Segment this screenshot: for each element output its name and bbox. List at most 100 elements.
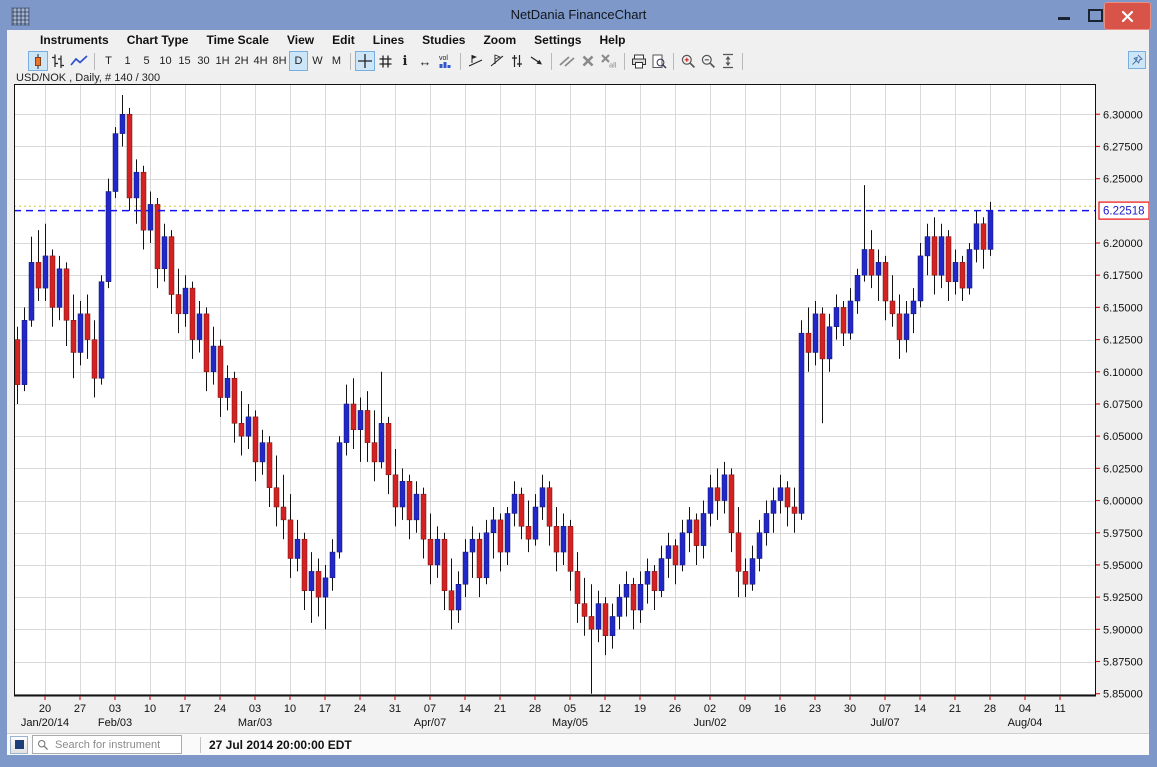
menu-item-time-scale[interactable]: Time Scale: [197, 31, 277, 49]
price-chart[interactable]: 6.300006.275006.250006.200006.175006.150…: [7, 72, 1149, 733]
timeframe-8h-button[interactable]: 8H: [270, 51, 289, 71]
trendline-icon: [467, 53, 484, 69]
zoom-in-button[interactable]: [678, 51, 698, 71]
line-chart-icon: [70, 54, 88, 68]
candle: [29, 262, 34, 320]
candle: [932, 237, 937, 276]
svg-text:11: 11: [1054, 703, 1065, 715]
candle: [85, 314, 90, 340]
candle: [981, 224, 986, 250]
ohlc-bars-icon: [50, 53, 66, 69]
titlebar[interactable]: NetDania FinanceChart: [0, 0, 1157, 30]
menu-item-settings[interactable]: Settings: [525, 31, 590, 49]
toolbar-separator: [350, 53, 351, 70]
grid-button[interactable]: [375, 51, 395, 71]
candlestick-icon: [30, 53, 46, 70]
ray-arrow-icon: [529, 54, 545, 69]
candle: [918, 256, 923, 301]
window-title: NetDania FinanceChart: [0, 7, 1157, 22]
status-divider: [200, 737, 201, 753]
candle: [820, 314, 825, 359]
trendline-vertical-button[interactable]: [486, 51, 507, 71]
quote-timestamp: 27 Jul 2014 20:00:00 EDT: [209, 738, 352, 752]
parallel-channel-button[interactable]: [507, 51, 527, 71]
candle: [148, 204, 153, 230]
svg-text:5.87500: 5.87500: [1103, 657, 1143, 669]
close-button[interactable]: [1104, 2, 1151, 30]
candle: [57, 269, 62, 308]
candle: [337, 443, 342, 552]
candle: [281, 507, 286, 520]
svg-text:26: 26: [669, 703, 681, 715]
candle: [792, 507, 797, 513]
timeframe-10-button[interactable]: 10: [156, 51, 175, 71]
candle: [344, 404, 349, 443]
candle: [302, 539, 307, 591]
timeframe-t-button[interactable]: T: [99, 51, 118, 71]
candle: [316, 571, 321, 597]
svg-text:Feb/03: Feb/03: [98, 717, 132, 729]
timeframe-30-button[interactable]: 30: [194, 51, 213, 71]
delete-all-lines-button[interactable]: all: [598, 51, 620, 71]
candle: [526, 526, 531, 539]
timeframe-2h-button[interactable]: 2H: [232, 51, 251, 71]
zoom-out-button[interactable]: [698, 51, 718, 71]
menu-item-instruments[interactable]: Instruments: [31, 31, 118, 49]
expand-horizontal-button[interactable]: ↔: [415, 51, 435, 71]
toolbar-separator: [551, 53, 552, 70]
candle: [442, 539, 447, 591]
menu-item-help[interactable]: Help: [590, 31, 634, 49]
parallel-lines-button[interactable]: [556, 51, 578, 71]
instrument-panel-toggle-button[interactable]: [10, 736, 28, 754]
candle: [862, 249, 867, 275]
fit-vertical-button[interactable]: [718, 51, 738, 71]
trendline-button[interactable]: [465, 51, 486, 71]
candle: [974, 224, 979, 250]
svg-text:6.02500: 6.02500: [1103, 463, 1143, 475]
menu-item-chart-type[interactable]: Chart Type: [118, 31, 198, 49]
menu-item-edit[interactable]: Edit: [323, 31, 364, 49]
candlestick-button[interactable]: [28, 51, 48, 71]
menu-item-studies[interactable]: Studies: [413, 31, 474, 49]
candle: [470, 539, 475, 552]
timeframe-5-button[interactable]: 5: [137, 51, 156, 71]
pin-icon: [1131, 54, 1143, 66]
candle: [610, 616, 615, 635]
timeframe-4h-button[interactable]: 4H: [251, 51, 270, 71]
ohlc-bars-button[interactable]: [48, 51, 68, 71]
candle: [449, 591, 454, 610]
timeframe-1-button[interactable]: 1: [118, 51, 137, 71]
maximize-button[interactable]: [1085, 8, 1103, 22]
candle: [834, 307, 839, 326]
timeframe-w-button[interactable]: W: [308, 51, 327, 71]
minimize-button[interactable]: [1055, 8, 1073, 22]
svg-text:17: 17: [179, 703, 191, 715]
print-button[interactable]: [629, 51, 649, 71]
timeframe-d-button[interactable]: D: [289, 51, 308, 71]
line-chart-button[interactable]: [68, 51, 90, 71]
expand-horizontal-icon: ↔: [419, 55, 432, 68]
statusbar: 27 Jul 2014 20:00:00 EDT: [7, 733, 1149, 755]
print-preview-icon: [651, 54, 667, 69]
timeframe-15-button[interactable]: 15: [175, 51, 194, 71]
svg-text:23: 23: [809, 703, 821, 715]
menu-item-zoom[interactable]: Zoom: [474, 31, 525, 49]
svg-text:all: all: [609, 61, 617, 70]
timeframe-1h-button[interactable]: 1H: [213, 51, 232, 71]
candle: [547, 488, 552, 527]
ray-arrow-button[interactable]: [527, 51, 547, 71]
search-input[interactable]: [53, 738, 177, 752]
menu-item-lines[interactable]: Lines: [364, 31, 413, 49]
svg-text:12: 12: [599, 703, 611, 715]
svg-text:19: 19: [634, 703, 646, 715]
svg-text:Jul/07: Jul/07: [870, 717, 899, 729]
crosshair-button[interactable]: [355, 51, 375, 71]
delete-line-button[interactable]: [578, 51, 598, 71]
candle: [841, 307, 846, 333]
toolbar-pin-button[interactable]: [1128, 51, 1146, 69]
timeframe-m-button[interactable]: M: [327, 51, 346, 71]
volume-button[interactable]: vol: [435, 51, 456, 71]
menu-item-view[interactable]: View: [278, 31, 323, 49]
info-button[interactable]: i: [395, 51, 415, 71]
print-preview-button[interactable]: [649, 51, 669, 71]
